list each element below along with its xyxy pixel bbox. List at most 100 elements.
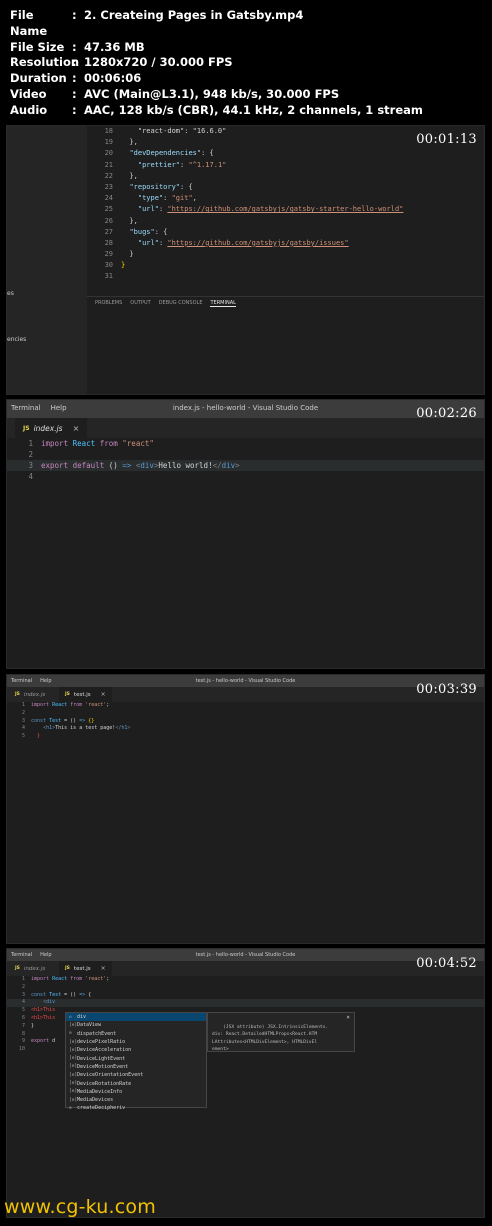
info-row: Duration:00:06:06	[10, 71, 423, 87]
close-icon[interactable]: ×	[73, 424, 80, 433]
sidebar-item[interactable]: encies	[7, 336, 26, 343]
code-line[interactable]: 29 }	[87, 249, 484, 260]
autocomplete-item[interactable]: [e] DataView	[66, 1021, 206, 1029]
code-token: {	[85, 991, 92, 998]
info-key: Audio	[10, 102, 48, 117]
panel-tab[interactable]: DEBUG CONSOLE	[159, 300, 203, 307]
tab-index-js[interactable]: JS index.js	[9, 687, 51, 702]
autocomplete-item[interactable]: ⊙ dispatchEvent	[66, 1030, 206, 1038]
autocomplete-list[interactable]: ◇ div [e] DataView ⊙ dispatchEvent [e] devicePi…	[65, 1012, 207, 1111]
code-token: Test	[49, 991, 62, 998]
code-line[interactable]: 25 "url": "https://github.com/gatsbyjs/g…	[87, 204, 484, 215]
code-line[interactable]: 3 const Test = () => {	[7, 992, 484, 1000]
code-editor[interactable]: 1 import React from "react" 2 3 export defau…	[7, 438, 484, 482]
autocomplete-item[interactable]: ⊙ createDecipheriv	[66, 1104, 206, 1112]
js-file-icon: JS	[23, 424, 30, 432]
video-frame-3: Terminal Help test.js - hello-world - Vi…	[6, 674, 485, 944]
code-line[interactable]: 30}	[87, 260, 484, 271]
autocomplete-item[interactable]: [e] MediaDevices	[66, 1096, 206, 1104]
close-icon[interactable]: ×	[346, 1014, 350, 1022]
code-line[interactable]: 24 "type": "git",	[87, 193, 484, 204]
code-token: },	[121, 138, 138, 147]
code-token: {}	[88, 717, 95, 724]
tab-label: index.js	[23, 691, 46, 698]
code-line[interactable]: 28 "url": "https://github.com/gatsbyjs/g…	[87, 238, 484, 249]
line-number: 25	[104, 205, 113, 214]
code-line[interactable]: 3 const Test = () => {}	[7, 718, 484, 726]
panel-tabs: PROBLEMS OUTPUT DEBUG CONSOLE TERMINAL	[87, 297, 484, 310]
code-line[interactable]: 2	[7, 710, 484, 718]
close-icon[interactable]: ×	[101, 965, 106, 972]
sidebar-item[interactable]: es	[7, 290, 14, 297]
window-title: test.js - hello-world - Visual Studio Co…	[195, 952, 296, 958]
code-line[interactable]: 3 export default () => < div > Hello world! <…	[7, 460, 484, 471]
tab-bar: JS index.js JS test.js ×	[7, 961, 484, 976]
autocomplete-label: DeviceMotionEvent	[77, 1063, 129, 1070]
panel-tab[interactable]: PROBLEMS	[95, 300, 122, 307]
code-token: : {	[180, 182, 193, 191]
code-line[interactable]: 4 < div	[7, 999, 484, 1008]
tab-label: index.js	[33, 423, 63, 433]
autocomplete-item[interactable]: [e] DeviceOrientationEvent	[66, 1071, 206, 1079]
autocomplete-label: createDecipheriv	[77, 1105, 126, 1112]
symbol-icon: [e]	[69, 1064, 78, 1070]
tab-label: test.js	[73, 691, 91, 698]
line-number: 7	[21, 1022, 25, 1029]
autocomplete-item[interactable]: [e] devicePixelRatio	[66, 1038, 206, 1046]
code-line[interactable]: 20 "devDependencies": {	[87, 148, 484, 159]
code-line[interactable]: 5 }	[7, 733, 484, 741]
symbol-icon: [e]	[69, 1056, 78, 1062]
code-line[interactable]: 31	[87, 271, 484, 282]
code-token: div	[221, 461, 236, 470]
code-line[interactable]: 1 import React from 'react';	[7, 702, 484, 710]
js-file-icon: JS	[15, 966, 20, 971]
autocomplete-item[interactable]: [e] MediaDeviceInfo	[66, 1088, 206, 1096]
code-line[interactable]: 4 < h1 > This is a test page! </h1 >	[7, 725, 484, 733]
code-editor[interactable]: 18 "react-dom": "16.6.0" 19 }, 20 "devDepe…	[87, 126, 484, 296]
code-line[interactable]: 4	[7, 471, 484, 482]
code-token: React	[52, 976, 68, 982]
symbol-icon: ⊙	[69, 1031, 72, 1037]
code-editor[interactable]: 1 import React from 'react'; 2 3 const Test …	[7, 702, 484, 741]
autocomplete-item[interactable]: [e] DeviceRotationRate	[66, 1079, 206, 1087]
line-number: 3	[28, 461, 33, 470]
code-token: from	[99, 439, 118, 448]
tab-test-js[interactable]: JS test.js ×	[59, 961, 112, 976]
panel-tab[interactable]: TERMINAL	[210, 300, 236, 307]
explorer-sidebar: es encies	[7, 126, 87, 394]
tab-index-js[interactable]: JS index.js	[9, 961, 51, 976]
code-line[interactable]: 2	[7, 449, 484, 460]
code-token: "https://github.com/gatsbyjs/gatsby-star…	[167, 205, 404, 214]
info-key: Duration	[10, 71, 67, 86]
symbol-icon: [e]	[69, 1022, 78, 1028]
code-line[interactable]: 27 "bugs": {	[87, 227, 484, 238]
line-number: 1	[21, 976, 25, 982]
code-token: "https://github.com/gatsbyjs/gatsby/issu…	[167, 238, 349, 247]
panel-tab[interactable]: OUTPUT	[130, 300, 150, 307]
code-token: export	[31, 1038, 50, 1045]
code-token: "^1.17.1"	[188, 160, 227, 169]
code-token: default	[72, 461, 105, 470]
code-line[interactable]: 26 },	[87, 216, 484, 227]
autocomplete-item[interactable]: [e] DeviceLightEvent	[66, 1054, 206, 1062]
line-number: 4	[21, 725, 25, 732]
info-value: AVC (Main@L3.1), 948 kb/s, 30.000 FPS	[84, 86, 340, 101]
code-line[interactable]: 1 import React from "react"	[7, 438, 484, 449]
code-line[interactable]: 23 "repository": {	[87, 182, 484, 193]
tab-test-js[interactable]: JS test.js ×	[59, 687, 112, 702]
close-icon[interactable]: ×	[101, 691, 106, 698]
autocomplete-item[interactable]: [e] DeviceMotionEvent	[66, 1063, 206, 1071]
code-line[interactable]: 1 import React from 'react';	[7, 976, 484, 984]
code-token: div	[46, 999, 56, 1006]
autocomplete-item[interactable]: [e] DeviceAcceleration	[66, 1046, 206, 1054]
tab-index-js[interactable]: JS index.js ×	[15, 418, 88, 438]
code-line[interactable]: 22 },	[87, 171, 484, 182]
code-token: ,	[192, 194, 197, 203]
info-value: 2. Createing Pages in Gatsby.mp4	[84, 8, 304, 22]
code-line[interactable]: 21 "prettier": "^1.17.1"	[87, 160, 484, 171]
autocomplete-item[interactable]: ◇ div	[66, 1013, 206, 1022]
code-line[interactable]: 2	[7, 984, 484, 992]
autocomplete-label: DeviceOrientationEvent	[77, 1072, 144, 1079]
